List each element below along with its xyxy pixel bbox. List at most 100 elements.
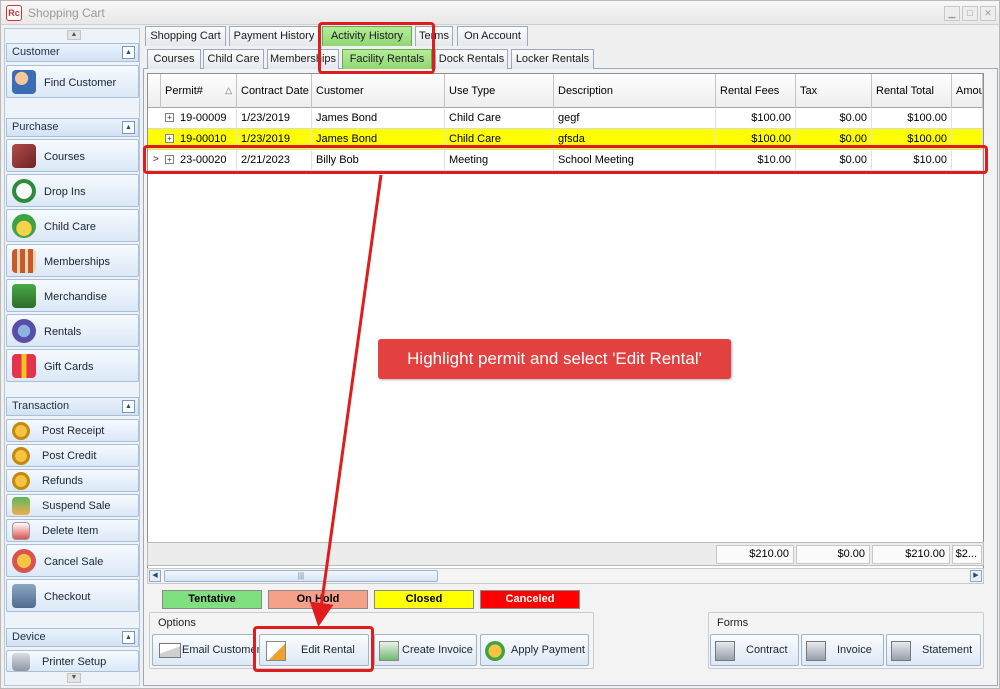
collapse-icon[interactable]: ▲: [122, 631, 135, 644]
column-header-permit[interactable]: Permit# △: [161, 74, 237, 108]
sidebar-item-memberships[interactable]: Memberships: [6, 244, 139, 277]
current-row-indicator-icon: >: [153, 154, 159, 165]
sidebar-item-label: Refunds: [42, 475, 83, 487]
grid-horizontal-scrollbar[interactable]: ◀ ||| ▶: [147, 568, 984, 584]
sidebar-scroll-down-button[interactable]: ▼: [67, 673, 81, 683]
cell-customer: Billy Bob: [312, 150, 445, 170]
sidebar-item-label: Suspend Sale: [42, 500, 111, 512]
create-invoice-button[interactable]: Create Invoice: [374, 634, 477, 666]
sidebar-item-label: Memberships: [44, 256, 111, 268]
tab-terms[interactable]: Terms: [415, 26, 453, 46]
cell-tax: $0.00: [796, 108, 872, 128]
cell-permit: 19-00009: [176, 108, 237, 128]
sidebar-item-label: Gift Cards: [44, 361, 94, 373]
column-header-rental-total[interactable]: Rental Total: [872, 74, 952, 108]
cell-tax: $0.00: [796, 129, 872, 149]
sidebar-item-label: Post Receipt: [42, 425, 105, 437]
suspend-sale-icon: [12, 497, 30, 515]
merchandise-icon: [12, 284, 36, 308]
cell-customer: James Bond: [312, 108, 445, 128]
column-header-customer[interactable]: Customer: [312, 74, 445, 108]
tab-dock-rentals[interactable]: Dock Rentals: [435, 49, 508, 69]
table-row[interactable]: + 19-00009 1/23/2019 James Bond Child Ca…: [148, 108, 983, 129]
column-header-use-type[interactable]: Use Type: [445, 74, 554, 108]
tab-memberships[interactable]: Memberships: [267, 49, 339, 69]
maximize-button[interactable]: □: [962, 6, 978, 21]
column-label: Permit#: [165, 85, 203, 97]
button-label: Email Customer: [182, 644, 261, 656]
table-row[interactable]: + 19-00010 1/23/2019 James Bond Child Ca…: [148, 129, 983, 150]
tab-on-account[interactable]: On Account: [457, 26, 528, 46]
sidebar-scroll-up-button[interactable]: ▲: [67, 30, 81, 40]
close-button[interactable]: ✕: [980, 6, 996, 21]
sidebar-item-rentals[interactable]: Rentals: [6, 314, 139, 347]
coins-icon: [485, 641, 505, 661]
sidebar-group-device[interactable]: Device ▲: [6, 628, 139, 647]
sidebar-item-post-credit[interactable]: Post Credit: [6, 444, 139, 467]
collapse-icon[interactable]: ▲: [122, 121, 135, 134]
cell-tax: $0.00: [796, 150, 872, 170]
edit-rental-button[interactable]: Edit Rental: [259, 634, 369, 666]
statement-button[interactable]: Statement: [886, 634, 981, 666]
column-header-contract-date[interactable]: Contract Date: [237, 74, 312, 108]
tab-locker-rentals[interactable]: Locker Rentals: [511, 49, 594, 69]
collapse-icon[interactable]: ▲: [122, 46, 135, 59]
sidebar-item-merchandise[interactable]: Merchandise: [6, 279, 139, 312]
table-row-selected[interactable]: > + 23-00020 2/21/2023 Billy Bob Meeting…: [148, 150, 983, 171]
sidebar-item-cancel-sale[interactable]: Cancel Sale: [6, 544, 139, 577]
cell-contract-date: 1/23/2019: [237, 129, 312, 149]
group-title: Purchase: [12, 121, 59, 133]
expand-icon[interactable]: +: [165, 113, 174, 122]
tab-shopping-cart[interactable]: Shopping Cart: [145, 26, 226, 46]
sidebar-item-delete-item[interactable]: Delete Item: [6, 519, 139, 542]
post-credit-icon: [12, 447, 30, 465]
tab-payment-history[interactable]: Payment History: [229, 26, 319, 46]
sidebar-item-checkout[interactable]: Checkout: [6, 579, 139, 612]
button-label: Apply Payment: [511, 644, 585, 656]
invoice-button[interactable]: Invoice: [801, 634, 884, 666]
sidebar-item-child-care[interactable]: Child Care: [6, 209, 139, 242]
child-care-icon: [12, 214, 36, 238]
group-title: Device: [12, 631, 46, 643]
apply-payment-button[interactable]: Apply Payment: [480, 634, 589, 666]
cell-amount: [952, 150, 983, 170]
button-label: Contract: [746, 644, 788, 656]
sidebar-item-drop-ins[interactable]: Drop Ins: [6, 174, 139, 207]
cell-rental-fees: $100.00: [716, 129, 796, 149]
tab-activity-history[interactable]: Activity History: [322, 26, 412, 46]
column-header-rental-fees[interactable]: Rental Fees: [716, 74, 796, 108]
legend-closed: Closed: [374, 590, 474, 609]
column-header-tax[interactable]: Tax: [796, 74, 872, 108]
tab-facility-rentals[interactable]: Facility Rentals: [342, 49, 432, 69]
sidebar-item-gift-cards[interactable]: Gift Cards: [6, 349, 139, 382]
sidebar-item-printer-setup[interactable]: Printer Setup: [6, 650, 139, 672]
column-header-amount[interactable]: Amour: [952, 74, 983, 108]
sidebar-item-post-receipt[interactable]: Post Receipt: [6, 419, 139, 442]
cell-rental-fees: $100.00: [716, 108, 796, 128]
tab-courses[interactable]: Courses: [147, 49, 201, 69]
sidebar-item-find-customer[interactable]: Find Customer: [6, 65, 139, 98]
tab-child-care[interactable]: Child Care: [203, 49, 264, 69]
sidebar-item-courses[interactable]: Courses: [6, 139, 139, 172]
expand-icon[interactable]: +: [165, 155, 174, 164]
grid-summary-row: $210.00 $0.00 $210.00 $2...: [147, 542, 984, 566]
scrollbar-thumb[interactable]: |||: [164, 570, 438, 582]
minimize-button[interactable]: ▁: [944, 6, 960, 21]
email-customer-button[interactable]: Email Customer: [152, 634, 260, 666]
rentals-grid: Permit# △ Contract Date Customer Use Typ…: [147, 73, 984, 571]
contract-button[interactable]: Contract: [710, 634, 799, 666]
expand-icon[interactable]: +: [165, 134, 174, 143]
sidebar-item-suspend-sale[interactable]: Suspend Sale: [6, 494, 139, 517]
sidebar-group-customer[interactable]: Customer ▲: [6, 43, 139, 62]
printer-icon: [806, 641, 826, 661]
sidebar-item-refunds[interactable]: Refunds: [6, 469, 139, 492]
app-logo-icon: Rc: [6, 5, 22, 21]
sidebar-item-label: Checkout: [44, 591, 91, 603]
collapse-icon[interactable]: ▲: [122, 400, 135, 413]
delete-item-icon: [12, 522, 30, 540]
scroll-right-button[interactable]: ▶: [970, 570, 982, 582]
scroll-left-button[interactable]: ◀: [149, 570, 161, 582]
sidebar-group-purchase[interactable]: Purchase ▲: [6, 118, 139, 137]
sidebar-group-transaction[interactable]: Transaction ▲: [6, 397, 139, 416]
column-header-description[interactable]: Description: [554, 74, 716, 108]
